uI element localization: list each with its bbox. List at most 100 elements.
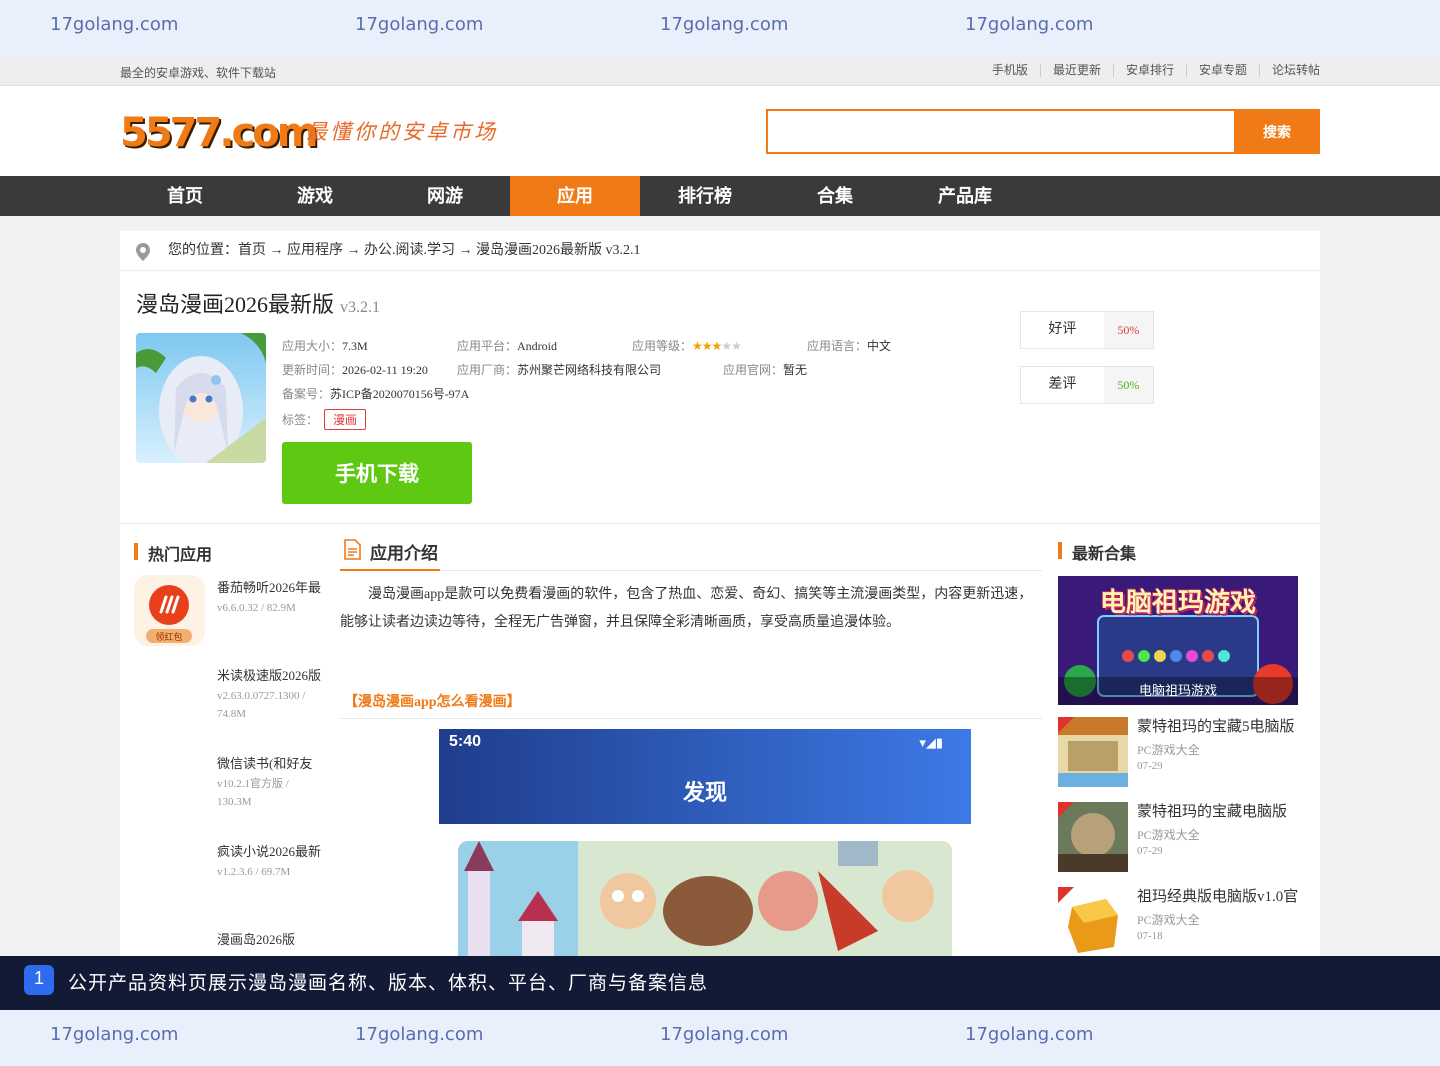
vote-good[interactable]: 好评 50% bbox=[1020, 311, 1154, 349]
collection-item-name[interactable]: 蒙特祖玛的宝藏电脑版 bbox=[1137, 800, 1302, 821]
nav-item-apps[interactable]: 应用 bbox=[510, 176, 640, 216]
main-nav: 首页 游戏 网游 应用 排行榜 合集 产品库 bbox=[0, 176, 1440, 216]
location-pin-icon bbox=[136, 243, 150, 261]
caption-number: 1 bbox=[24, 965, 54, 995]
watermark-text: 17golang.com bbox=[355, 14, 484, 35]
list-item[interactable]: 领红包 番茄畅听2026年最 v6.6.0.32 / 82.9M bbox=[134, 575, 324, 663]
site-logo[interactable]: 5577.com bbox=[120, 110, 318, 156]
screenshot-time: 5:40 bbox=[449, 733, 482, 750]
collection-item-name[interactable]: 祖玛经典版电脑版v1.0官 bbox=[1137, 885, 1302, 906]
info-platform: 应用平台：Android bbox=[457, 339, 558, 353]
vote-good-percent: 50% bbox=[1103, 312, 1153, 348]
collection-item-date: 07-18 bbox=[1137, 930, 1163, 942]
nav-item-products[interactable]: 产品库 bbox=[900, 176, 1030, 216]
featured-collection[interactable]: 电脑祖玛游戏 电脑祖玛游戏 bbox=[1058, 576, 1298, 705]
nav-item-home[interactable]: 首页 bbox=[120, 176, 250, 216]
list-item[interactable]: 米读极速版2026版 v2.63.0.0727.1300 / 74.8M bbox=[134, 663, 324, 751]
tomato-listen-app-icon: 领红包 bbox=[134, 575, 205, 646]
watermark-bar-top: 17golang.com 17golang.com 17golang.com 1… bbox=[0, 0, 1440, 56]
collection-item-category: PC游戏大全 bbox=[1137, 913, 1200, 927]
list-item[interactable]: 疯读小说2026最新 v1.2.3.6 / 69.7M bbox=[134, 839, 324, 927]
nav-item-games[interactable]: 游戏 bbox=[250, 176, 380, 216]
collection-item-category: PC游戏大全 bbox=[1137, 743, 1200, 757]
section-divider bbox=[120, 523, 1320, 524]
game-thumbnail bbox=[1058, 717, 1128, 787]
nav-item-online-games[interactable]: 网游 bbox=[380, 176, 510, 216]
search-button[interactable]: 搜索 bbox=[1234, 109, 1320, 154]
info-website: 应用官网：暂无 bbox=[723, 363, 808, 377]
top-links: 手机版 最近更新 安卓排行 安卓专题 论坛转帖 bbox=[980, 64, 1320, 77]
intro-text: 漫岛漫画app是款可以免费看漫画的软件，包含了热血、恋爱、奇幻、搞笑等主流漫画类… bbox=[340, 587, 1033, 630]
hot-app-meta: v10.2.1官方版 / 130.3M bbox=[217, 778, 289, 808]
nav-item-rankings[interactable]: 排行榜 bbox=[640, 176, 770, 216]
hot-app-name[interactable]: 疯读小说2026最新 bbox=[217, 841, 327, 860]
screenshot-title: 发现 bbox=[682, 781, 727, 806]
mobile-download-button[interactable]: 手机下载 bbox=[282, 442, 472, 504]
app-name: 漫岛漫画2026最新版 bbox=[136, 292, 335, 317]
list-item[interactable]: 蒙特祖玛的宝藏电脑版 PC游戏大全 07-29 bbox=[1058, 800, 1308, 885]
intro-title: 应用介绍 bbox=[370, 544, 438, 563]
hot-app-name[interactable]: 番茄畅听2026年最 bbox=[217, 577, 327, 596]
rating-stars: ★★★★★ bbox=[692, 339, 742, 353]
collection-item-name[interactable]: 蒙特祖玛的宝藏5电脑版 bbox=[1137, 715, 1302, 736]
vote-bad-percent: 50% bbox=[1103, 367, 1153, 403]
info-rating: 应用等级：★★★★★ bbox=[632, 339, 742, 353]
info-icp: 备案号：苏ICP备2020070156号-97A bbox=[282, 387, 470, 401]
app-icon bbox=[136, 333, 266, 463]
collection-item-date: 07-29 bbox=[1137, 845, 1163, 857]
nav-item-collections[interactable]: 合集 bbox=[770, 176, 900, 216]
hot-app-name[interactable]: 微信读书(和好友 bbox=[217, 753, 327, 772]
top-link-ranking[interactable]: 安卓排行 bbox=[1112, 64, 1186, 77]
collection-item-category: PC游戏大全 bbox=[1137, 828, 1200, 842]
caption-text: 公开产品资料页展示漫岛漫画名称、版本、体积、平台、厂商与备案信息 bbox=[68, 972, 709, 994]
hot-app-name[interactable]: 米读极速版2026版 bbox=[217, 665, 327, 684]
screenshot-comic-image bbox=[458, 841, 952, 971]
top-info-bar: 最全的安卓游戏、软件下载站 手机版 最近更新 安卓排行 安卓专题 论坛转帖 bbox=[0, 56, 1440, 86]
watermark-text: 17golang.com bbox=[660, 14, 789, 35]
collections-title: 最新合集 bbox=[1058, 540, 1136, 564]
vote-bad[interactable]: 差评 50% bbox=[1020, 366, 1154, 404]
hot-app-meta: v2.63.0.0727.1300 / 74.8M bbox=[217, 690, 306, 720]
featured-banner-text: 电脑祖玛游戏 bbox=[1099, 588, 1256, 618]
collections-list: 蒙特祖玛的宝藏5电脑版 PC游戏大全 07-29 蒙特祖玛的宝藏电脑版 PC游戏… bbox=[1058, 715, 1308, 970]
intro-underline bbox=[340, 569, 440, 571]
breadcrumb-path[interactable]: 首页 → 应用程序 → 办公.阅读.学习 → 漫岛漫画2026最新版 v3.2.… bbox=[238, 243, 641, 258]
info-tags: 标签： 漫画 bbox=[282, 409, 367, 430]
watermark-text: 17golang.com bbox=[355, 1024, 484, 1045]
hot-app-meta: v6.6.0.32 / 82.9M bbox=[217, 602, 296, 614]
search-box: 搜索 bbox=[766, 109, 1320, 154]
hot-app-name[interactable]: 漫画岛2026版 bbox=[217, 929, 327, 948]
list-item[interactable]: 微信读书(和好友 v10.2.1官方版 / 130.3M bbox=[134, 751, 324, 839]
caption-bar: 1 公开产品资料页展示漫岛漫画名称、版本、体积、平台、厂商与备案信息 bbox=[0, 956, 1440, 1010]
signal-battery-icon: ▾◢▮ bbox=[919, 735, 943, 750]
game-thumbnail bbox=[1058, 887, 1128, 957]
watermark-text: 17golang.com bbox=[660, 1024, 789, 1045]
top-link-mobile[interactable]: 手机版 bbox=[980, 64, 1040, 77]
top-link-recent[interactable]: 最近更新 bbox=[1039, 64, 1113, 77]
info-updated: 更新时间：2026-02-11 19:20 bbox=[282, 363, 428, 377]
info-size: 应用大小：7.3M bbox=[282, 339, 368, 353]
app-version: v3.2.1 bbox=[340, 299, 381, 316]
watermark-text: 17golang.com bbox=[50, 1024, 179, 1045]
hot-apps-list: 领红包 番茄畅听2026年最 v6.6.0.32 / 82.9M 米读极速版20… bbox=[134, 575, 324, 1010]
top-link-forum[interactable]: 论坛转帖 bbox=[1258, 64, 1320, 77]
site-slogan: 最全的安卓游戏、软件下载站 bbox=[120, 66, 277, 80]
breadcrumb: 您的位置：首页 → 应用程序 → 办公.阅读.学习 → 漫岛漫画2026最新版 … bbox=[120, 231, 1320, 271]
page-title: 漫岛漫画2026最新版 v3.2.1 bbox=[136, 287, 380, 319]
info-vendor: 应用厂商：苏州聚芒网络科技有限公司 bbox=[457, 363, 662, 377]
featured-caption: 电脑祖玛游戏 bbox=[1058, 677, 1298, 705]
header-tagline: 最懂你的安卓市场 bbox=[306, 120, 498, 144]
document-icon bbox=[344, 539, 361, 560]
list-item[interactable]: 蒙特祖玛的宝藏5电脑版 PC游戏大全 07-29 bbox=[1058, 715, 1308, 800]
top-link-topics[interactable]: 安卓专题 bbox=[1185, 64, 1259, 77]
icon-badge-text: 领红包 bbox=[155, 631, 182, 643]
watermark-text: 17golang.com bbox=[965, 1024, 1094, 1045]
tag-manga[interactable]: 漫画 bbox=[324, 409, 367, 430]
hot-apps-title: 热门应用 bbox=[134, 541, 212, 565]
watermark-bar-bottom: 17golang.com 17golang.com 17golang.com 1… bbox=[0, 1010, 1440, 1066]
intro-header: 应用介绍 bbox=[340, 537, 1042, 571]
search-input[interactable] bbox=[768, 111, 1234, 152]
breadcrumb-prefix: 您的位置： bbox=[168, 243, 238, 258]
vote-good-label: 好评 bbox=[1048, 322, 1077, 337]
hot-app-meta: v1.2.3.6 / 69.7M bbox=[217, 866, 291, 878]
